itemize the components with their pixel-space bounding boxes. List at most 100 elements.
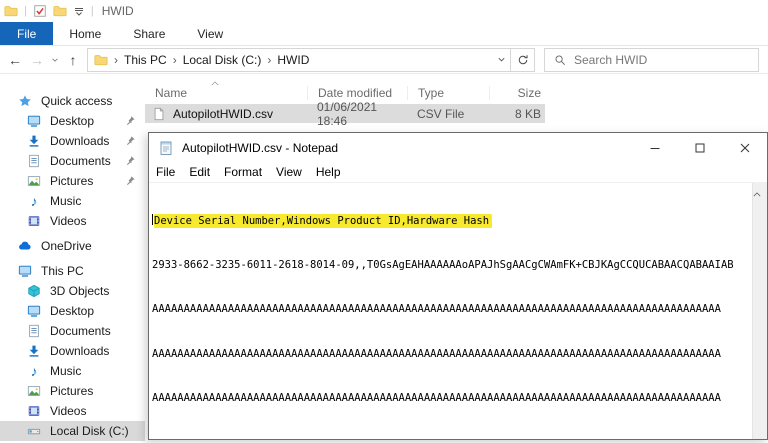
sidebar-item-pictures[interactable]: Pictures xyxy=(0,171,145,191)
sidebar-item-local-disk-c[interactable]: Local Disk (C:) xyxy=(0,421,145,441)
column-header-name[interactable]: Name xyxy=(145,86,307,100)
menu-help[interactable]: Help xyxy=(309,165,348,179)
sidebar-item-videos[interactable]: Videos xyxy=(0,211,145,231)
search-icon xyxy=(554,54,566,66)
folder-icon xyxy=(94,53,108,67)
navigation-bar: ← → ↑ › This PC › Local Disk (C:) › HWID xyxy=(0,46,768,74)
breadcrumb-hwid[interactable]: HWID xyxy=(277,53,309,67)
refresh-button[interactable] xyxy=(511,47,535,72)
sidebar-item-documents[interactable]: Documents xyxy=(0,151,145,171)
maximize-button[interactable] xyxy=(677,133,722,162)
forward-button[interactable]: → xyxy=(26,49,48,71)
pin-icon xyxy=(125,155,136,166)
sidebar-item-desktop[interactable]: Desktop xyxy=(0,111,145,131)
picture-icon xyxy=(27,384,41,398)
column-headers: Name Date modified Type Size xyxy=(145,74,768,104)
chevron-right-icon: › xyxy=(172,52,177,67)
sidebar-label: OneDrive xyxy=(41,239,92,253)
sort-ascending-icon xyxy=(211,75,219,89)
sidebar-item-onedrive[interactable]: OneDrive xyxy=(0,236,145,256)
file-row-autopilothwid[interactable]: AutopilotHWID.csv 01/06/2021 18:46 CSV F… xyxy=(145,100,545,128)
sidebar-item-quick-access[interactable]: Quick access xyxy=(0,91,145,111)
pin-icon xyxy=(125,115,136,126)
menu-view[interactable]: View xyxy=(269,165,309,179)
picture-icon xyxy=(27,174,41,188)
recent-locations-icon[interactable] xyxy=(48,49,62,71)
scroll-up-icon[interactable] xyxy=(753,186,767,200)
menu-edit[interactable]: Edit xyxy=(182,165,217,179)
back-button[interactable]: ← xyxy=(4,49,26,71)
explorer-titlebar: | | HWID xyxy=(0,0,768,22)
chevron-right-icon: › xyxy=(267,52,272,67)
sidebar-label: Downloads xyxy=(50,344,110,358)
sidebar-item-pictures-pc[interactable]: Pictures xyxy=(0,381,145,401)
sidebar-item-desktop-pc[interactable]: Desktop xyxy=(0,301,145,321)
sidebar-item-3d-objects[interactable]: 3D Objects xyxy=(0,281,145,301)
breadcrumb-this-pc[interactable]: This PC xyxy=(124,53,167,67)
notepad-text-area[interactable]: Device Serial Number,Windows Product ID,… xyxy=(149,182,767,439)
music-icon: ♪ xyxy=(30,363,38,379)
notepad-titlebar[interactable]: AutopilotHWID.csv - Notepad xyxy=(149,133,767,162)
download-icon xyxy=(27,134,41,148)
notepad-title: AutopilotHWID.csv - Notepad xyxy=(182,140,339,155)
document-icon xyxy=(27,324,41,338)
pin-icon xyxy=(125,175,136,186)
tab-file[interactable]: File xyxy=(0,22,54,45)
cloud-icon xyxy=(18,239,32,253)
csv-data-line: AAAAAAAAAAAAAAAAAAAAAAAAAAAAAAAAAAAAAAAA… xyxy=(152,347,721,360)
sidebar-item-documents-pc[interactable]: Documents xyxy=(0,321,145,341)
sidebar-label: This PC xyxy=(41,264,84,278)
vertical-scrollbar[interactable] xyxy=(752,183,767,439)
sidebar-item-this-pc[interactable]: This PC xyxy=(0,261,145,281)
address-bar[interactable]: › This PC › Local Disk (C:) › HWID xyxy=(87,47,511,72)
star-icon xyxy=(18,94,32,108)
customize-toolbar-icon[interactable] xyxy=(73,5,85,17)
file-size-cell: 8 KB xyxy=(514,106,541,121)
document-icon xyxy=(27,154,41,168)
highlighted-text: Device Serial Number,Windows Product ID,… xyxy=(154,214,493,227)
sidebar-label: Downloads xyxy=(50,134,110,148)
csv-file-icon xyxy=(152,107,166,121)
sidebar-label: Music xyxy=(50,194,82,208)
search-input[interactable]: Search HWID xyxy=(544,47,759,72)
ribbon-tabs: File Home Share View xyxy=(0,22,768,46)
sidebar-item-music[interactable]: ♪ Music xyxy=(0,191,145,211)
drive-icon xyxy=(27,424,41,438)
sidebar-item-downloads-pc[interactable]: Downloads xyxy=(0,341,145,361)
sidebar-label: Videos xyxy=(50,404,87,418)
film-icon xyxy=(27,214,41,228)
sidebar-label: Pictures xyxy=(50,384,94,398)
sidebar-label: Local Disk (C:) xyxy=(50,424,129,438)
sidebar-item-downloads[interactable]: Downloads xyxy=(0,131,145,151)
monitor-icon xyxy=(27,114,41,128)
tab-share[interactable]: Share xyxy=(117,22,181,45)
notepad-icon xyxy=(158,140,174,156)
column-header-size[interactable]: Size xyxy=(489,86,545,100)
separator: | xyxy=(24,5,27,17)
cube-icon xyxy=(27,284,41,298)
address-dropdown-icon[interactable] xyxy=(497,55,506,64)
sidebar-label: Videos xyxy=(50,214,87,228)
menu-file[interactable]: File xyxy=(149,165,182,179)
sidebar-label: Desktop xyxy=(50,114,95,128)
sidebar-item-videos-pc[interactable]: Videos xyxy=(0,401,145,421)
sidebar-item-music-pc[interactable]: ♪ Music xyxy=(0,361,145,381)
new-folder-icon[interactable] xyxy=(53,4,67,18)
text-caret xyxy=(152,213,153,225)
chevron-right-icon: › xyxy=(114,52,118,67)
properties-check-icon[interactable] xyxy=(33,4,47,18)
sidebar-label: Quick access xyxy=(41,94,113,108)
sidebar-label: Pictures xyxy=(50,174,94,188)
tab-view[interactable]: View xyxy=(181,22,239,45)
sidebar-label: Documents xyxy=(50,324,111,338)
close-button[interactable] xyxy=(722,133,767,162)
minimize-button[interactable] xyxy=(632,133,677,162)
folder-icon xyxy=(4,4,18,18)
column-header-type[interactable]: Type xyxy=(407,86,489,100)
up-button[interactable]: ↑ xyxy=(62,49,84,71)
tab-home[interactable]: Home xyxy=(53,22,117,45)
breadcrumb-local-disk[interactable]: Local Disk (C:) xyxy=(183,53,262,67)
column-header-date-modified[interactable]: Date modified xyxy=(307,86,407,100)
monitor-icon xyxy=(18,264,32,278)
menu-format[interactable]: Format xyxy=(217,165,269,179)
